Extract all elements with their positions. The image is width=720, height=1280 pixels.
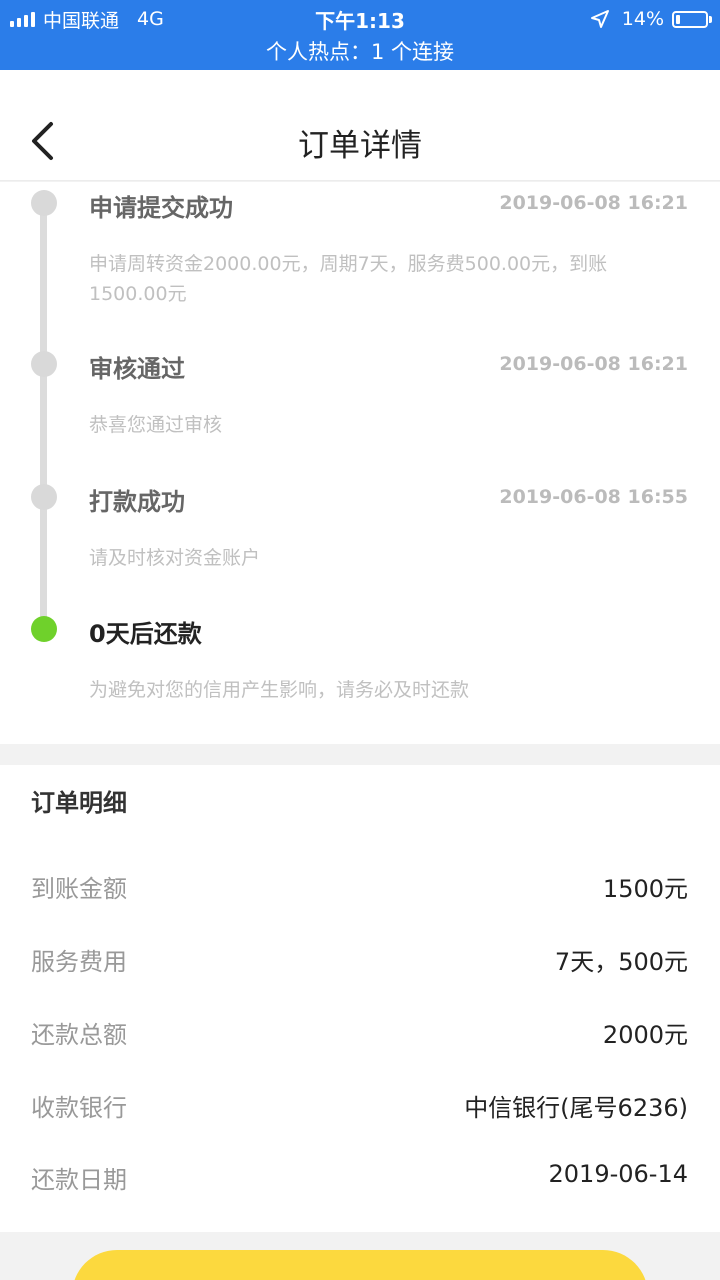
order-timeline: 申请提交成功 2019-06-08 16:21 申请周转资金2000.00元，周…	[0, 182, 720, 744]
detail-label: 还款总额	[31, 1021, 127, 1049]
timeline-item-time: 2019-06-08 16:21	[499, 192, 688, 214]
timeline-item-desc: 请及时核对资金账户	[89, 547, 261, 569]
timeline-item-desc: 申请周转资金2000.00元，周期7天，服务费500.00元，到账1500.00…	[89, 253, 608, 305]
detail-value: 1500元	[602, 875, 688, 903]
section-title: 订单明细	[31, 789, 127, 817]
detail-row: 还款日期 2019-06-14	[0, 1160, 720, 1200]
timeline-item-desc: 恭喜您通过审核	[89, 414, 223, 436]
timeline-item-time: 2019-06-08 16:55	[499, 486, 688, 508]
status-right: 14%	[590, 6, 712, 32]
detail-label: 收款银行	[31, 1094, 127, 1122]
detail-label: 到账金额	[31, 875, 127, 903]
hotspot-banner[interactable]: 个人热点：1 个连接	[0, 36, 720, 66]
detail-row: 服务费用 7天，500元	[0, 942, 720, 982]
order-details: 订单明细 到账金额 1500元 服务费用 7天，500元 还款总额 2000元 …	[0, 765, 720, 1232]
timeline-dot	[31, 190, 57, 216]
timeline-item-title: 打款成功	[89, 488, 185, 516]
repay-button[interactable]	[72, 1250, 648, 1280]
detail-value: 2019-06-14	[548, 1160, 688, 1188]
timeline-line	[40, 194, 47, 628]
detail-label: 还款日期	[31, 1166, 127, 1194]
page-title: 订单详情	[298, 128, 422, 164]
nav-bar: 订单详情	[0, 70, 720, 181]
detail-row: 到账金额 1500元	[0, 869, 720, 909]
detail-row: 收款银行 中信银行(尾号6236)	[0, 1088, 720, 1128]
status-bar: 中国联通 4G 下午1:13 14% 个人热点：1 个连接	[0, 0, 720, 70]
detail-value: 2000元	[602, 1021, 688, 1049]
detail-value: 中信银行(尾号6236)	[464, 1094, 688, 1122]
battery-percent: 14%	[621, 8, 664, 30]
detail-value: 7天，500元	[554, 948, 688, 976]
detail-label: 服务费用	[31, 948, 127, 976]
timeline-item-desc: 为避免对您的信用产生影响，请务必及时还款	[89, 679, 470, 701]
timeline-item-title: 申请提交成功	[89, 194, 233, 222]
timeline-item-title: 审核通过	[89, 355, 185, 383]
location-arrow-icon	[590, 10, 609, 28]
timeline-dot	[31, 351, 57, 377]
timeline-dot-active	[31, 616, 57, 642]
battery-icon	[672, 10, 712, 28]
timeline-dot	[31, 484, 57, 510]
timeline-item-time: 2019-06-08 16:21	[499, 353, 688, 375]
timeline-item-title: 0天后还款	[89, 620, 202, 648]
detail-row: 还款总额 2000元	[0, 1015, 720, 1055]
